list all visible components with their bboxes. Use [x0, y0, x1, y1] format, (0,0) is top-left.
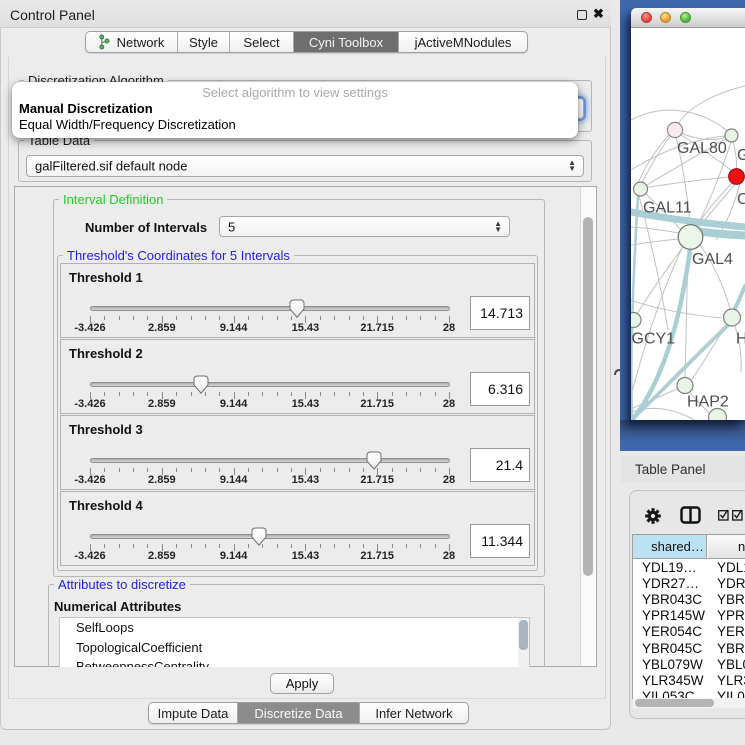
svg-text:GAL80: GAL80 — [677, 140, 727, 157]
svg-text:GCY1: GCY1 — [632, 331, 676, 348]
svg-text:HAP2: HAP2 — [687, 394, 729, 411]
svg-text:GA: GA — [737, 147, 745, 164]
svg-text:C: C — [737, 191, 745, 208]
svg-text:GAL11: GAL11 — [643, 200, 692, 217]
svg-text:GAL4: GAL4 — [692, 251, 733, 268]
svg-text:H: H — [736, 331, 745, 348]
